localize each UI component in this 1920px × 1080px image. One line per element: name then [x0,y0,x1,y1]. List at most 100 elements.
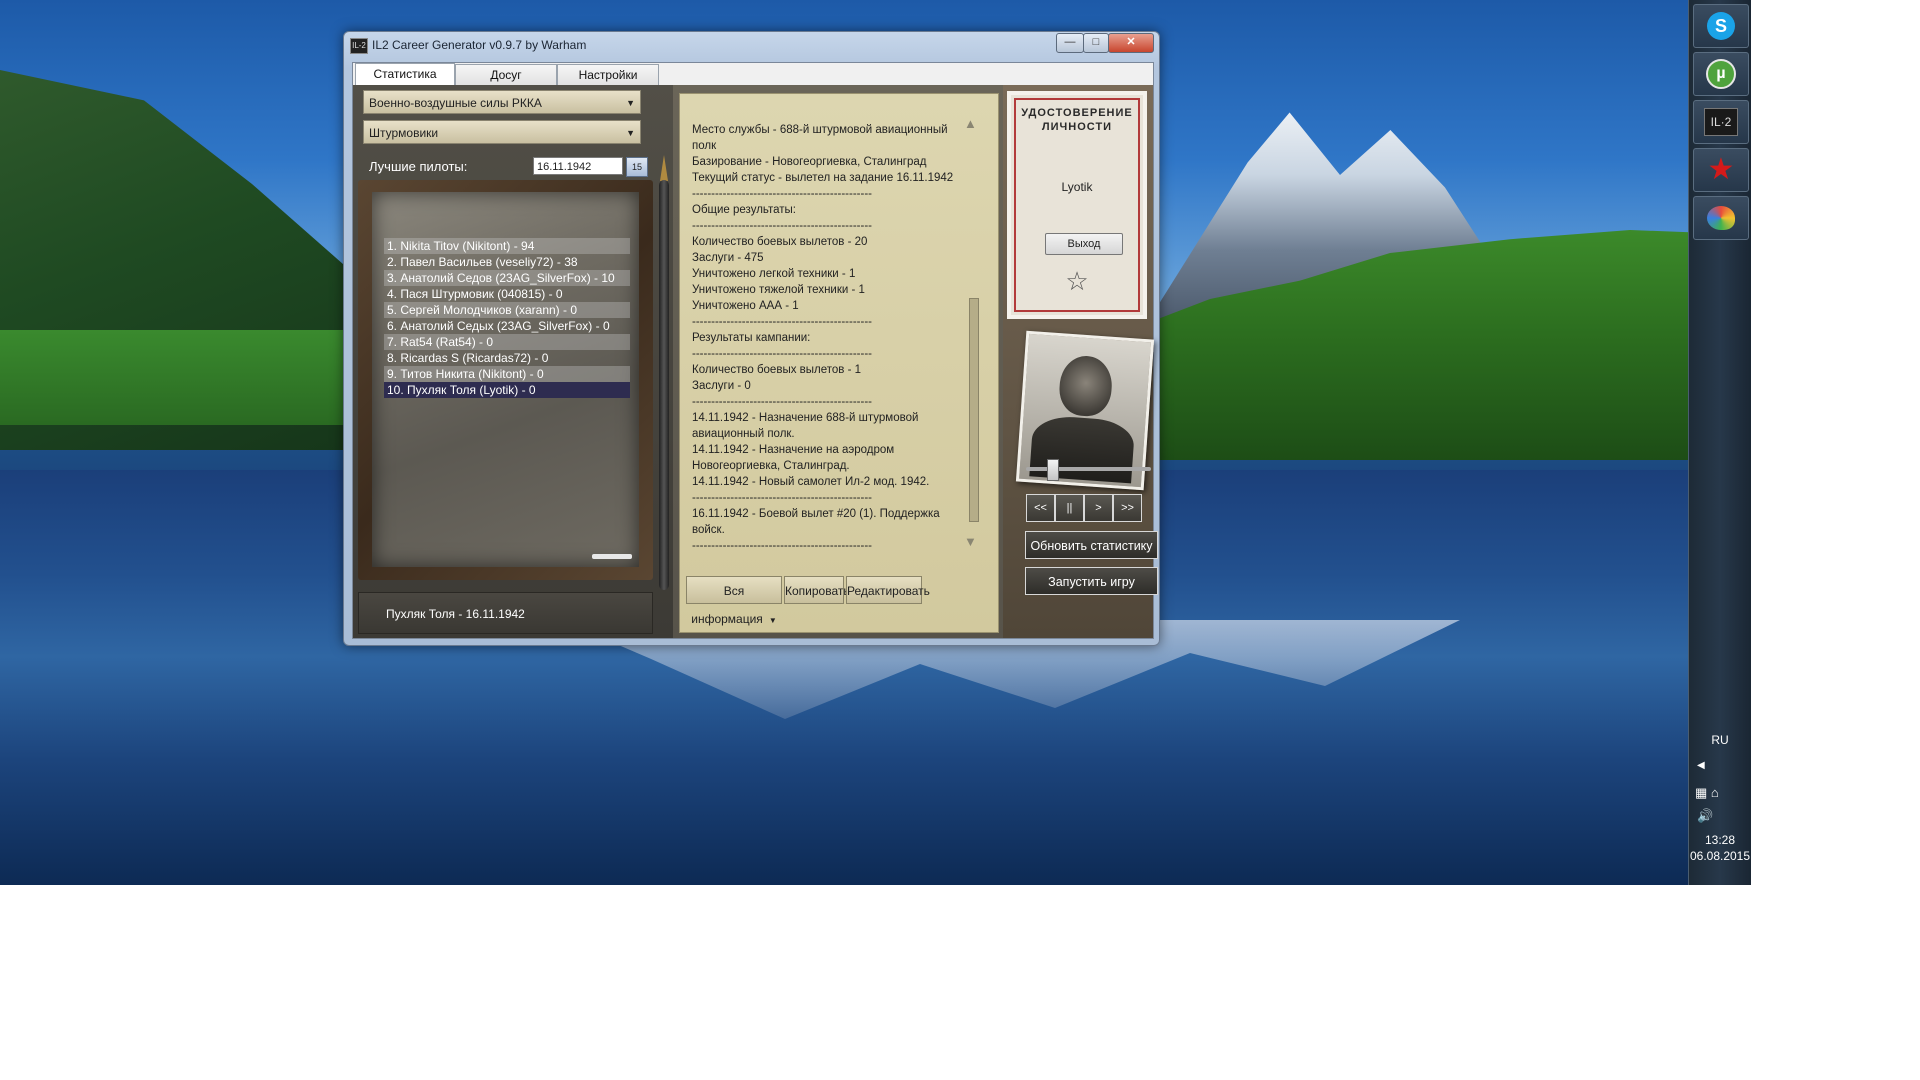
clock-date: 06.08.2015 [1689,849,1751,863]
info-line: ----------------------------------------… [692,316,872,328]
info-line: Текущий статус - вылетел на задание 16.1… [692,172,954,184]
info-line: Заслуги - 0 [692,380,751,392]
unit-type-select[interactable]: Штурмовики ▼ [363,120,641,144]
chalk-decoration [592,554,632,559]
language-indicator[interactable]: RU [1689,733,1751,747]
music-volume-slider[interactable] [1026,467,1151,471]
info-line: Результаты кампании: [692,332,811,344]
info-line: ----------------------------------------… [692,492,872,504]
info-line: Общие результаты: [692,204,796,216]
maximize-button[interactable]: □ [1083,33,1109,53]
info-line: 14.11.1942 - Новый самолет Ил-2 мод. 194… [692,476,930,488]
paint-icon [1707,206,1735,230]
scrollbar-thumb[interactable] [969,298,979,522]
star-icon: ☆ [1065,266,1089,296]
pilot-list-item[interactable]: 5. Сергей Молодчиков (xarann) - 0 [384,302,630,318]
info-line: Место службы - 688-й штурмовой авиационн… [692,124,951,152]
id-card-border: УДОСТОВЕРЕНИЕ ЛИЧНОСТИ Lyotik Выход ☆ [1014,98,1140,312]
red-star-icon: ★ [1707,153,1735,186]
copy-button[interactable]: Копировать [784,576,850,604]
tray-flag-icon[interactable]: ▦ ⌂ [1695,785,1719,801]
exit-button[interactable]: Выход [1045,233,1123,255]
system-clock[interactable]: 13:28 06.08.2015 [1689,832,1751,864]
tab-statistics[interactable]: Статистика [355,63,455,86]
skype-icon: S [1707,12,1735,40]
scroll-down-icon[interactable]: ▼ [964,534,977,549]
info-line: ----------------------------------------… [692,396,872,408]
info-line: Уничтожено ААА - 1 [692,300,799,312]
pilot-info-text: Место службы - 688-й штурмовой авиационн… [692,122,962,554]
volume-icon[interactable]: 🔊 [1697,808,1713,824]
date-field[interactable]: 16.11.1942 [533,157,623,175]
air-force-select-value: Военно-воздушные силы РККА [369,96,542,110]
minimize-button[interactable]: — [1056,33,1084,53]
pilot-list-item[interactable]: 3. Анатолий Седов (23AG_SilverFox) - 10 [384,270,630,286]
fast-forward-button[interactable]: >> [1113,494,1142,522]
unit-type-select-value: Штурмовики [369,126,439,140]
rewind-button[interactable]: << [1026,494,1055,522]
pilot-list-item[interactable]: 9. Титов Никита (Nikitont) - 0 [384,366,630,382]
pilot-list-item[interactable]: 1. Nikita Titov (Nikitont) - 94 [384,238,630,254]
taskbar-utorrent[interactable]: µ [1693,52,1749,96]
pilot-list-item[interactable]: 6. Анатолий Седых (23AG_SilverFox) - 0 [384,318,630,334]
app-icon: IL-2 [350,38,368,54]
info-line: Базирование - Новогеоргиевка, Сталинград [692,156,927,168]
info-line: Уничтожено легкой техники - 1 [692,268,856,280]
pilot-list-item[interactable]: 4. Пася Штурмовик (040815) - 0 [384,286,630,302]
utorrent-icon: µ [1706,59,1736,89]
tab-strip: Статистика Досуг Настройки [353,63,1153,86]
calendar-icon[interactable]: 15 [626,157,648,177]
wallpaper-grass [0,330,345,425]
window-client: Статистика Досуг Настройки Военно-воздуш… [352,62,1158,639]
portrait-head [1057,354,1114,418]
chevron-down-icon: ▼ [626,128,635,138]
selected-pilot-status: Пухляк Толя - 16.11.1942 [358,592,653,634]
taskbar-il2[interactable]: IL·2 [1693,100,1749,144]
pilot-list-item[interactable]: 8. Ricardas S (Ricardas72) - 0 [384,350,630,366]
id-card: УДОСТОВЕРЕНИЕ ЛИЧНОСТИ Lyotik Выход ☆ [1007,91,1147,319]
tab-settings[interactable]: Настройки [557,64,659,85]
info-line: Количество боевых вылетов - 20 [692,236,868,248]
info-line: 14.11.1942 - Назначение на аэродром Ново… [692,444,898,472]
chalkboard-frame: 1. Nikita Titov (Nikitont) - 94 2. Павел … [358,180,653,580]
play-button[interactable]: > [1084,494,1113,522]
id-card-title: УДОСТОВЕРЕНИЕ ЛИЧНОСТИ [1021,107,1133,133]
info-line: ----------------------------------------… [692,540,872,552]
best-pilots-label: Лучшие пилоты: [369,159,468,174]
close-button[interactable]: ✕ [1108,33,1154,53]
chevron-down-icon: ▼ [768,616,777,625]
info-line: Уничтожено тяжелой техники - 1 [692,284,865,296]
clock-time: 13:28 [1704,833,1736,847]
pilot-list-item[interactable]: 2. Павел Васильев (veseliy72) - 38 [384,254,630,270]
tab-leisure[interactable]: Досуг [455,64,557,85]
info-line: Количество боевых вылетов - 1 [692,364,862,376]
pen-tip-decoration [660,155,668,181]
info-line: Заслуги - 475 [692,252,764,264]
chevron-down-icon: ▼ [626,98,635,108]
scroll-up-icon[interactable]: ▲ [964,116,977,131]
launch-game-button[interactable]: Запустить игру [1025,567,1158,595]
taskbar-skype[interactable]: S [1693,4,1749,48]
app-window: IL-2 IL2 Career Generator v0.9.7 by Warh… [343,31,1160,646]
info-line: 14.11.1942 - Назначение 688-й штурмовой … [692,412,922,440]
air-force-select[interactable]: Военно-воздушные силы РККА ▼ [363,90,641,114]
taskbar-paint[interactable] [1693,196,1749,240]
portrait-body [1029,414,1136,484]
slider-thumb[interactable] [1047,459,1059,481]
refresh-stats-button[interactable]: Обновить статистику [1025,531,1158,559]
tray-expand-icon[interactable]: ◀ [1697,760,1705,771]
info-filter-select[interactable]: Вся информация ▼ [686,576,782,626]
info-line: ----------------------------------------… [692,188,872,200]
edit-button[interactable]: Редактировать [846,576,930,604]
info-line: ----------------------------------------… [692,348,872,360]
pilot-list-item[interactable]: 10. Пухляк Толя (Lyotik) - 0 [384,382,630,398]
pause-button[interactable]: || [1055,494,1084,522]
taskbar-red-star-app[interactable]: ★ [1693,148,1749,192]
id-card-name: Lyotik [1061,180,1093,194]
info-line: ----------------------------------------… [692,220,872,232]
il2-icon: IL·2 [1704,108,1738,136]
window-title: IL2 Career Generator v0.9.7 by Warham [372,38,587,52]
title-bar[interactable]: IL-2 IL2 Career Generator v0.9.7 by Warh… [344,32,1159,58]
pilot-info-paper: Место службы - 688-й штурмовой авиационн… [679,93,999,633]
pilot-list-item[interactable]: 7. Rat54 (Rat54) - 0 [384,334,630,350]
